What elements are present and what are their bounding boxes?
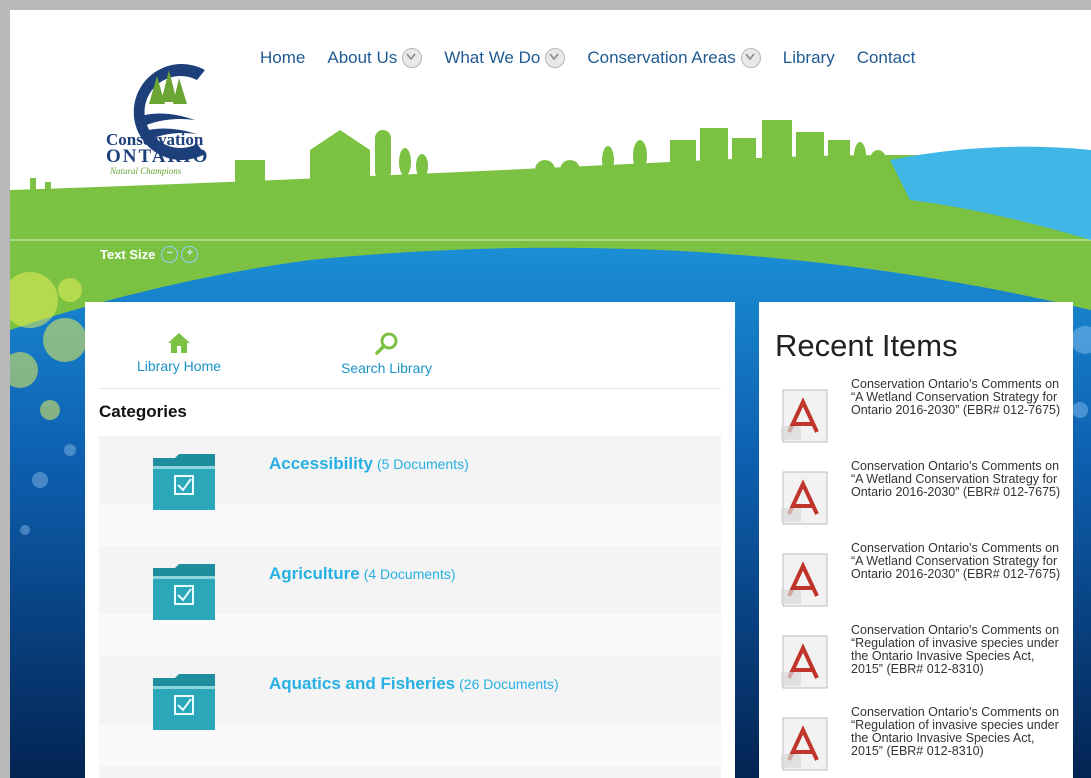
folder-icon[interactable] (151, 672, 217, 732)
text-size-decrease-button[interactable]: − (161, 246, 179, 263)
pdf-document-icon[interactable] (775, 550, 835, 610)
nav-label[interactable]: What We Do (444, 48, 540, 68)
nav-label[interactable]: Contact (857, 48, 916, 68)
library-panel: Library Home Search Library Categories A… (85, 302, 735, 778)
folder-icon[interactable] (151, 452, 217, 512)
category-count: (26 Documents) (459, 676, 559, 692)
recent-item-title[interactable]: Conservation Ontario's Comments on “Regu… (851, 624, 1061, 676)
chevron-down-icon[interactable] (740, 48, 761, 68)
logo-tagline: Natural Champions (110, 166, 182, 176)
category-link[interactable]: Aquatics and Fisheries (26 Documents) (269, 674, 559, 694)
category-link[interactable]: Accessibility (5 Documents) (269, 454, 469, 474)
chevron-down-icon[interactable] (402, 48, 423, 68)
divider (99, 388, 721, 389)
recent-item[interactable]: Conservation Ontario's Comments on “A We… (775, 378, 1065, 460)
library-home-link[interactable]: Library Home (137, 332, 221, 374)
category-row[interactable]: Accessibility (5 Documents) (99, 436, 721, 546)
nav-item-contact[interactable]: Contact (857, 48, 916, 68)
browser-page: Conservation ONTARIO Natural Champions H… (10, 10, 1091, 778)
pdf-document-icon[interactable] (775, 468, 835, 528)
pdf-document-icon[interactable] (775, 632, 835, 692)
recent-item-title[interactable]: Conservation Ontario's Comments on “A We… (851, 542, 1061, 581)
category-name[interactable]: Aquatics and Fisheries (269, 674, 455, 693)
nav-item-home[interactable]: Home (260, 48, 305, 68)
library-home-label[interactable]: Library Home (137, 358, 221, 374)
recent-item[interactable]: Conservation Ontario's Comments on “A We… (775, 460, 1065, 542)
logo-text-ontario: ONTARIO (106, 146, 210, 167)
text-size-control: Text Size − + (100, 246, 199, 263)
nav-item-library[interactable]: Library (783, 48, 835, 68)
recent-item[interactable]: Conservation Ontario's Comments on “Regu… (775, 706, 1065, 778)
pdf-document-icon[interactable] (775, 714, 835, 774)
pdf-document-icon[interactable] (775, 386, 835, 446)
nav-label[interactable]: Home (260, 48, 305, 68)
category-row (99, 766, 721, 778)
nav-item-about-us[interactable]: About Us (327, 48, 423, 68)
recent-item-title[interactable]: Conservation Ontario's Comments on “A We… (851, 460, 1061, 499)
category-link[interactable]: Agriculture (4 Documents) (269, 564, 456, 584)
search-icon[interactable] (374, 332, 399, 356)
main-nav: Home About Us What We Do Conservation Ar… (260, 48, 937, 68)
search-library-label[interactable]: Search Library (341, 360, 432, 376)
nav-label[interactable]: Conservation Areas (587, 48, 735, 68)
category-count: (4 Documents) (363, 566, 456, 582)
nav-label[interactable]: About Us (327, 48, 397, 68)
category-name[interactable]: Agriculture (269, 564, 360, 583)
recent-item-title[interactable]: Conservation Ontario's Comments on “A We… (851, 378, 1061, 417)
nav-item-what-we-do[interactable]: What We Do (444, 48, 566, 68)
category-count: (5 Documents) (376, 456, 469, 472)
search-library-link[interactable]: Search Library (341, 332, 432, 376)
recent-items-heading: Recent Items (775, 328, 958, 363)
home-icon[interactable] (167, 332, 191, 354)
recent-item[interactable]: Conservation Ontario's Comments on “A We… (775, 542, 1065, 624)
recent-item[interactable]: Conservation Ontario's Comments on “Regu… (775, 624, 1065, 706)
nav-label[interactable]: Library (783, 48, 835, 68)
text-size-label: Text Size (100, 247, 156, 262)
text-size-increase-button[interactable]: + (181, 246, 199, 263)
folder-icon[interactable] (151, 562, 217, 622)
recent-item-title[interactable]: Conservation Ontario's Comments on “Regu… (851, 706, 1061, 758)
category-name[interactable]: Accessibility (269, 454, 373, 473)
recent-items-sidebar: Recent Items Conservation Ontario's Comm… (759, 302, 1073, 778)
chevron-down-icon[interactable] (545, 48, 566, 68)
category-row[interactable]: Agriculture (4 Documents) (99, 546, 721, 656)
category-row[interactable]: Aquatics and Fisheries (26 Documents) (99, 656, 721, 766)
nav-item-conservation-areas[interactable]: Conservation Areas (587, 48, 761, 68)
categories-heading: Categories (99, 402, 187, 421)
